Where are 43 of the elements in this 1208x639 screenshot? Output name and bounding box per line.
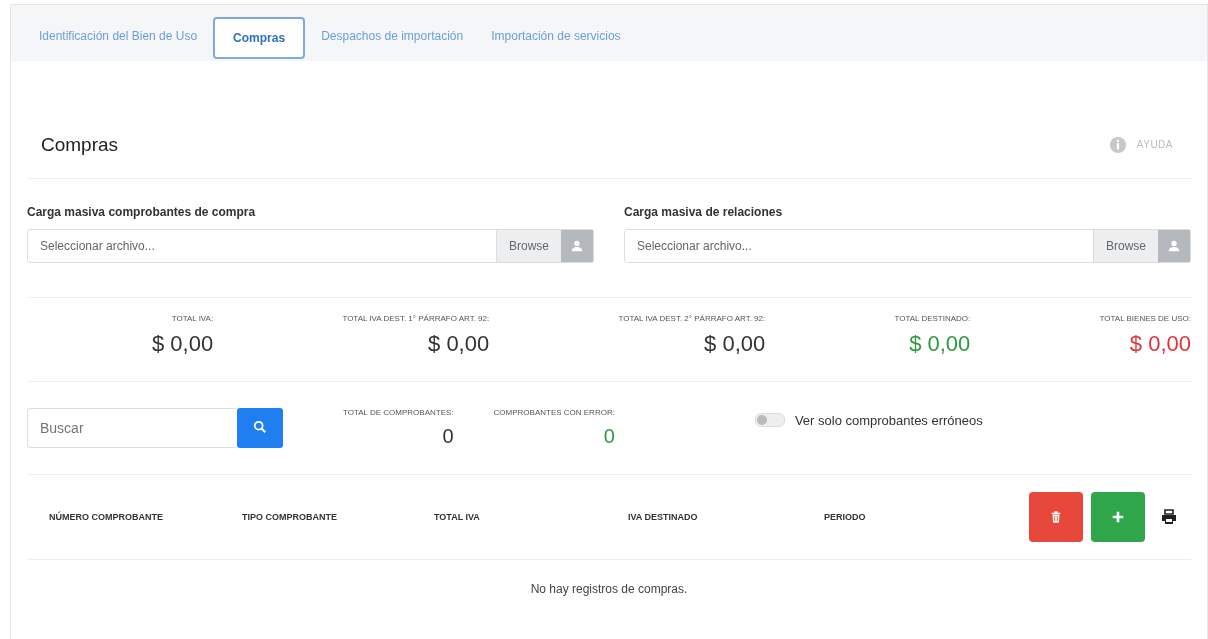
total-label: TOTAL BIENES DE USO: — [1099, 314, 1191, 323]
column-header: PERIODO — [824, 512, 866, 522]
tab[interactable]: Importación de servicios — [479, 15, 633, 57]
column-header: IVA DESTINADO — [628, 512, 699, 522]
file-field[interactable]: Seleccionar archivo... Browse — [27, 229, 594, 263]
file-field[interactable]: Seleccionar archivo... Browse — [624, 229, 1191, 263]
count-value: 0 — [603, 425, 615, 448]
column-header: NÚMERO COMPROBANTE — [49, 512, 164, 522]
total-label: TOTAL IVA DEST. 2° PÁRRAFO ART. 92: — [618, 314, 766, 323]
column-header: TOTAL IVA — [434, 512, 481, 522]
count-label: TOTAL DE COMPROBANTES: — [343, 408, 454, 417]
empty-message: No hay registros de compras. — [529, 581, 689, 596]
field-label: Carga masiva comprobantes de compra — [27, 205, 257, 219]
total-label: TOTAL IVA: — [171, 314, 214, 323]
section-title: Compras — [41, 133, 119, 156]
tab[interactable]: Despachos de importación — [309, 15, 476, 57]
column-header: TIPO COMPROBANTE — [242, 512, 338, 522]
total-value: $ 0,00 — [704, 331, 766, 357]
tab[interactable]: Compras — [213, 17, 306, 59]
plus-icon — [1111, 510, 1125, 524]
total-value: $ 0,00 — [428, 331, 490, 357]
info-icon — [1108, 135, 1127, 154]
count-label: COMPROBANTES CON ERROR: — [493, 408, 615, 417]
total-value: $ 0,00 — [1129, 331, 1191, 357]
total-label: TOTAL DESTINADO: — [894, 314, 971, 323]
total-label: TOTAL IVA DEST. 1° PÁRRAFO ART. 92: — [342, 314, 490, 323]
upload-icon — [570, 239, 584, 253]
tab[interactable]: Identificación del Bien de Uso — [27, 15, 210, 57]
search-button[interactable] — [237, 408, 283, 448]
help-button[interactable]: AYUDA — [1108, 135, 1177, 154]
total-value: $ 0,00 — [152, 331, 214, 357]
delete-button[interactable] — [1029, 492, 1083, 542]
print-icon[interactable] — [1161, 509, 1177, 525]
search-field[interactable]: Buscar — [27, 408, 237, 448]
count-value: 0 — [442, 425, 454, 448]
add-button[interactable] — [1091, 492, 1145, 542]
toggle-label: Ver solo comprobantes erróneos — [794, 412, 983, 428]
toggle-switch[interactable] — [754, 413, 785, 427]
total-value: $ 0,00 — [909, 331, 971, 357]
trash-icon — [1049, 510, 1063, 524]
field-label: Carga masiva de relaciones — [624, 205, 784, 219]
search-icon — [253, 419, 267, 434]
upload-icon — [1167, 239, 1181, 253]
